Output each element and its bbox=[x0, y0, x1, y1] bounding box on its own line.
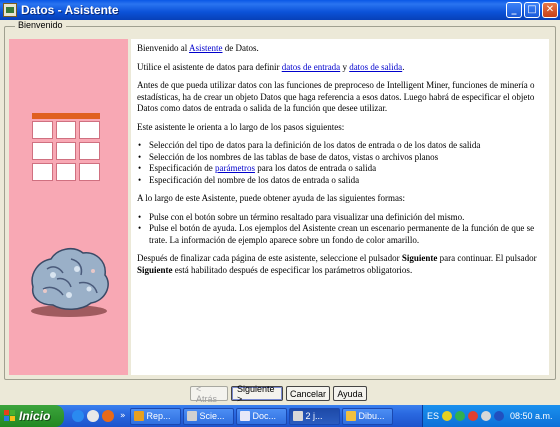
tray-icon[interactable] bbox=[442, 411, 453, 421]
language-indicator[interactable]: ES bbox=[427, 411, 439, 421]
close-button[interactable]: ✕ bbox=[542, 2, 558, 18]
task-button[interactable]: Scie... bbox=[182, 407, 234, 425]
group-legend: Bienvenido bbox=[15, 20, 66, 30]
input-data-link[interactable]: datos de entrada bbox=[282, 62, 340, 72]
steps-intro: Este asistente le orienta a lo largo de … bbox=[137, 121, 345, 132]
welcome-group: Bienvenido Bienvenido al Asistente de Da… bbox=[4, 20, 556, 380]
help-button[interactable]: Ayuda bbox=[333, 386, 367, 401]
taskbar: Inicio » Rep... Scie... Doc... 2 j... Di… bbox=[0, 405, 560, 427]
task-button[interactable]: Rep... bbox=[129, 407, 181, 425]
ie-icon[interactable] bbox=[72, 410, 84, 422]
next-button[interactable]: Siguiente > bbox=[231, 384, 283, 404]
maximize-button[interactable]: □ bbox=[524, 2, 540, 18]
firefox-icon[interactable] bbox=[102, 410, 114, 422]
task-button[interactable]: Dibu... bbox=[341, 407, 393, 425]
list-item: Pulse el botón de ayuda. Los ejemplos de… bbox=[137, 223, 546, 246]
task-icon bbox=[186, 411, 197, 421]
clock: 08:50 a.m. bbox=[510, 411, 553, 421]
task-icon bbox=[133, 411, 144, 421]
media-icon[interactable] bbox=[87, 410, 99, 422]
window-titlebar[interactable]: Datos - Asistente _ □ ✕ bbox=[0, 0, 560, 20]
system-tray: ES 08:50 a.m. bbox=[422, 405, 560, 427]
start-label: Inicio bbox=[19, 409, 51, 423]
chevron-icon[interactable]: » bbox=[120, 411, 126, 421]
steps-list: Selección del tipo de datos para la defi… bbox=[137, 140, 546, 186]
quick-launch: » bbox=[72, 410, 126, 422]
parameters-link[interactable]: parámetros bbox=[215, 163, 255, 173]
minimize-button[interactable]: _ bbox=[506, 2, 522, 18]
list-item: Selección del tipo de datos para la defi… bbox=[137, 140, 546, 152]
task-icon bbox=[345, 411, 356, 421]
tray-icon[interactable] bbox=[494, 411, 505, 421]
list-item: Pulse con el botón sobre un término resa… bbox=[137, 212, 546, 224]
before-paragraph: Antes de que pueda utilizar datos con la… bbox=[137, 80, 535, 113]
task-icon bbox=[239, 411, 250, 421]
data-grid-illustration bbox=[32, 113, 100, 181]
output-data-link[interactable]: datos de salida bbox=[349, 62, 402, 72]
tray-icon[interactable] bbox=[455, 411, 466, 421]
task-button[interactable]: 2 j... bbox=[288, 407, 340, 425]
window-title: Datos - Asistente bbox=[21, 3, 119, 17]
welcome-text-panel: Bienvenido al Asistente de Datos. Utilic… bbox=[131, 39, 549, 375]
task-button[interactable]: Doc... bbox=[235, 407, 287, 425]
back-button[interactable]: < Atrás bbox=[190, 384, 228, 404]
cancel-button[interactable]: Cancelar bbox=[286, 386, 330, 401]
list-item: Especificación de parámetros para los da… bbox=[137, 163, 546, 175]
wizard-buttons: < Atrás Siguiente > Cancelar Ayuda bbox=[190, 384, 367, 404]
data-rock-illustration bbox=[31, 247, 109, 317]
list-item: Selección de los nombres de las tablas d… bbox=[137, 152, 546, 164]
list-item: Especificación del nombre de los datos d… bbox=[137, 175, 546, 187]
windows-logo-icon bbox=[4, 410, 16, 422]
task-list: Rep... Scie... Doc... 2 j... Dibu... bbox=[129, 407, 393, 425]
app-icon bbox=[3, 3, 17, 17]
help-list: Pulse con el botón sobre un término resa… bbox=[137, 212, 546, 247]
tray-icon[interactable] bbox=[468, 411, 479, 421]
wizard-illustration-panel bbox=[9, 39, 128, 375]
start-button[interactable]: Inicio bbox=[0, 405, 64, 427]
intro-paragraph: Bienvenido al Asistente de Datos. bbox=[137, 43, 259, 53]
window-controls: _ □ ✕ bbox=[506, 2, 558, 18]
help-intro: A lo largo de este Asistente, puede obte… bbox=[137, 193, 406, 203]
asistente-link[interactable]: Asistente bbox=[189, 43, 223, 53]
after-paragraph: Después de finalizar cada página de este… bbox=[137, 253, 537, 275]
use-paragraph: Utilice el asistente de datos para defin… bbox=[137, 61, 405, 72]
tray-icon[interactable] bbox=[481, 411, 492, 421]
task-icon bbox=[292, 411, 303, 421]
